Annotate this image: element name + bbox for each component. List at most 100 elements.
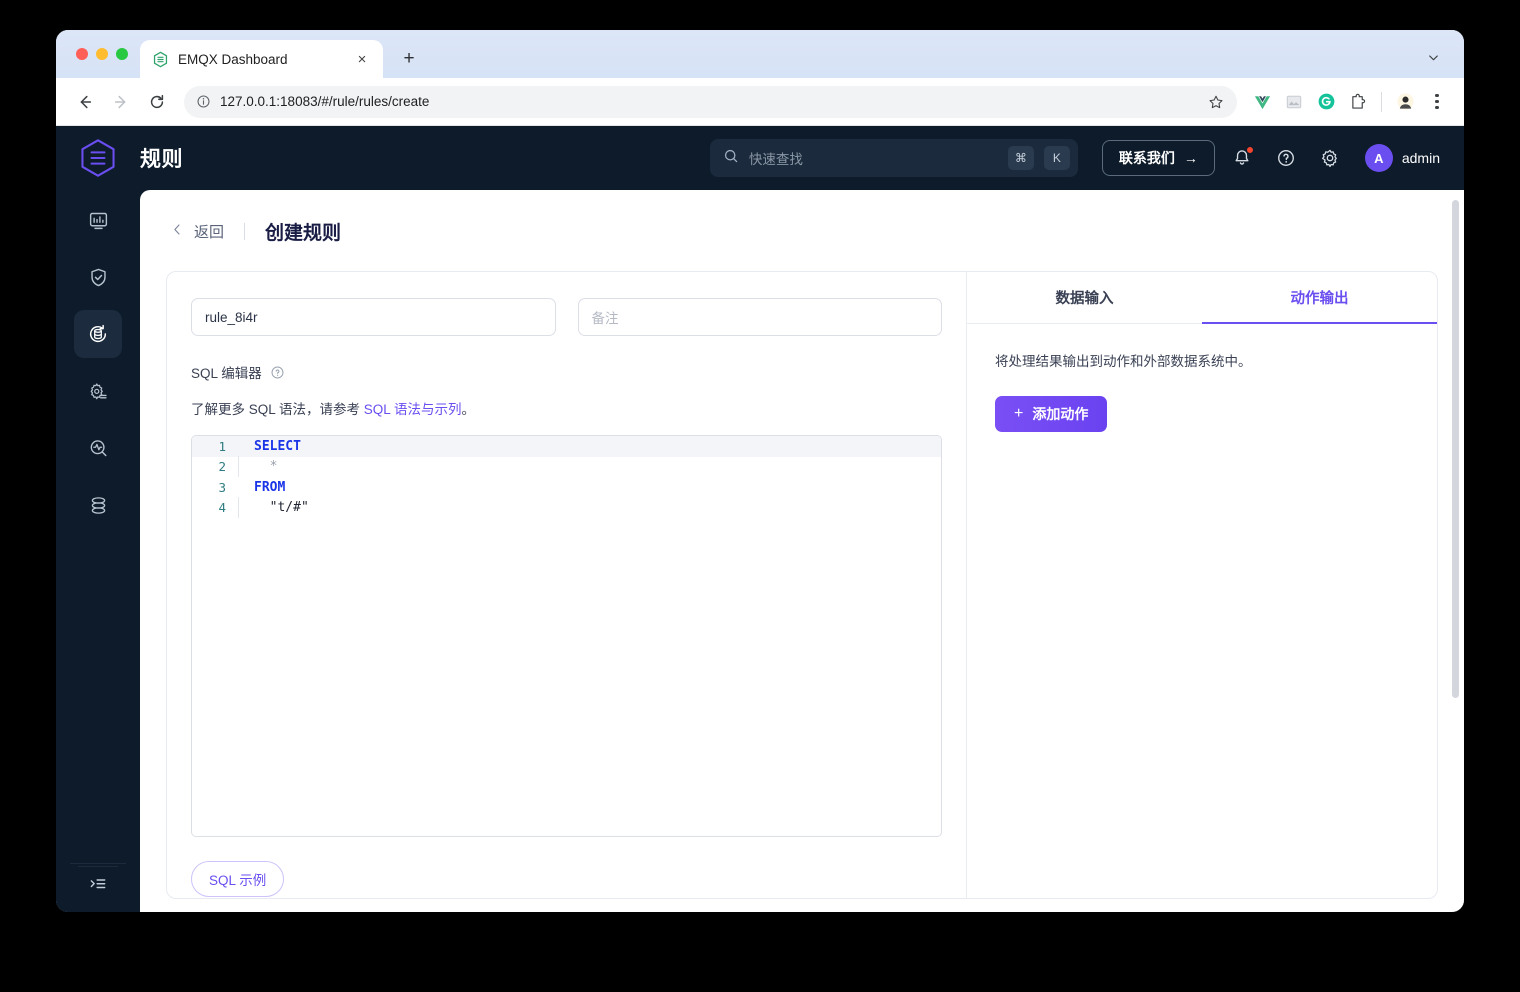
window-traffic-lights [72, 30, 140, 78]
close-tab-button[interactable]: × [353, 50, 371, 68]
code-token: "t/#" [254, 500, 309, 516]
bookmark-star-icon[interactable] [1203, 89, 1229, 115]
code-token: FROM [254, 479, 286, 495]
shortcut-letter-key: K [1043, 146, 1070, 170]
sidebar-item-diagnose[interactable] [74, 424, 122, 472]
rule-create-card: rule_8i4r 备注 SQL 编辑器 了解更多 SQL 语法，请参考 SQL… [166, 271, 1438, 899]
tab-action-output[interactable]: 动作输出 [1202, 272, 1437, 324]
panel-description: 将处理结果输出到动作和外部数据系统中。 [995, 354, 1252, 369]
back-button[interactable] [70, 87, 100, 117]
contact-us-label: 联系我们 [1118, 150, 1175, 166]
content-scrollbar[interactable] [1452, 200, 1459, 698]
sidebar-item-access-control[interactable] [74, 253, 122, 301]
address-bar-url: 127.0.0.1:18083/#/rule/rules/create [220, 94, 430, 109]
chevron-left-icon [170, 222, 185, 241]
maximize-window-button[interactable] [116, 48, 128, 60]
sql-editor[interactable]: 1 SELECT 2 * 3 FROM 4 "t/#" [191, 435, 942, 837]
reload-button[interactable] [142, 87, 172, 117]
code-text: FROM [238, 480, 285, 495]
image-extension-icon[interactable] [1281, 89, 1307, 115]
new-tab-button[interactable]: + [395, 45, 423, 73]
sql-syntax-link[interactable]: SQL 语法与示列 [364, 402, 462, 417]
back-link[interactable]: 返回 [170, 221, 224, 242]
code-line: 3 FROM [192, 477, 941, 498]
action-output-panel: 将处理结果输出到动作和外部数据系统中。 + 添加动作 [967, 324, 1437, 432]
code-token: SELECT [254, 438, 301, 454]
address-bar[interactable]: 127.0.0.1:18083/#/rule/rules/create [184, 85, 1237, 118]
code-text: SELECT [238, 439, 301, 454]
rule-form: rule_8i4r 备注 SQL 编辑器 了解更多 SQL 语法，请参考 SQL… [167, 272, 966, 898]
kebab-menu-icon[interactable] [1424, 89, 1450, 115]
emqx-dashboard-app: 规则 快速查找 ⌘ K 联系我们 → A admin 返回 创建规则 rule_… [56, 126, 1464, 912]
sql-editor-label: SQL 编辑器 [191, 366, 262, 381]
toolbar-divider [1381, 91, 1382, 112]
sql-hint-prefix: 了解更多 SQL 语法，请参考 [191, 402, 364, 417]
tab-data-input[interactable]: 数据输入 [967, 272, 1202, 323]
browser-tab-title: EMQX Dashboard [178, 51, 288, 67]
plus-icon: + [1014, 405, 1024, 422]
line-number: 4 [218, 500, 226, 516]
avatar: A [1364, 144, 1393, 172]
profile-avatar-icon[interactable] [1392, 89, 1418, 115]
remark-input[interactable]: 备注 [577, 298, 942, 336]
line-number: 1 [218, 438, 226, 454]
breadcrumb-divider [244, 223, 246, 240]
gear-icon[interactable] [1313, 141, 1347, 175]
sidebar-collapse-icon[interactable] [78, 866, 118, 902]
contact-us-button[interactable]: 联系我们 → [1101, 140, 1215, 176]
vue-devtools-icon[interactable] [1249, 89, 1275, 115]
form-input-row: rule_8i4r 备注 [191, 298, 942, 336]
code-line: 2 * [192, 456, 941, 478]
search-placeholder: 快速查找 [748, 152, 803, 167]
help-circle-icon[interactable] [1269, 141, 1303, 175]
breadcrumb: 返回 创建规则 [140, 190, 1464, 245]
user-menu[interactable]: A admin [1364, 144, 1440, 172]
page-title: 创建规则 [265, 223, 342, 244]
browser-tab[interactable]: EMQX Dashboard × [140, 40, 383, 78]
browser-window: EMQX Dashboard × + 127.0.0.1:18083/#/rul… [56, 30, 1464, 912]
user-name: admin [1401, 150, 1440, 166]
sql-editor-label-row: SQL 编辑器 [191, 362, 942, 382]
code-token: * [254, 459, 278, 475]
forward-button[interactable] [106, 87, 136, 117]
line-number: 2 [218, 459, 226, 475]
add-action-label: 添加动作 [1032, 406, 1089, 422]
rule-name-input[interactable]: rule_8i4r [191, 298, 556, 336]
code-line: 4 "t/#" [192, 497, 941, 519]
sidebar-divider [70, 863, 126, 864]
emqx-logo-icon[interactable] [56, 138, 140, 178]
puzzle-extensions-icon[interactable] [1345, 89, 1371, 115]
sidebar-item-system[interactable] [74, 481, 122, 529]
app-body: 返回 创建规则 rule_8i4r 备注 SQL 编辑器 了解更多 SQL 语法… [56, 190, 1464, 912]
grammarly-icon[interactable] [1313, 89, 1339, 115]
minimize-window-button[interactable] [96, 48, 108, 60]
io-tabs: 数据输入 动作输出 [967, 272, 1437, 324]
close-window-button[interactable] [76, 48, 88, 60]
arrow-right-icon: → [1183, 150, 1198, 166]
sql-hint-text: 了解更多 SQL 语法，请参考 SQL 语法与示列。 [191, 398, 942, 418]
rule-io-panel: 数据输入 动作输出 将处理结果输出到动作和外部数据系统中。 + 添加动作 [967, 272, 1437, 898]
search-icon [723, 148, 739, 169]
emqx-favicon-icon [152, 51, 169, 68]
chevron-down-icon[interactable] [1420, 44, 1446, 70]
question-circle-icon[interactable] [270, 365, 285, 380]
page-content: 返回 创建规则 rule_8i4r 备注 SQL 编辑器 了解更多 SQL 语法… [140, 190, 1464, 912]
app-title: 规则 [140, 148, 183, 171]
search-input[interactable]: 快速查找 ⌘ K [709, 139, 1078, 177]
browser-toolbar: 127.0.0.1:18083/#/rule/rules/create [56, 78, 1464, 126]
info-icon[interactable] [194, 93, 212, 111]
sidebar-item-management[interactable] [74, 367, 122, 415]
shortcut-modifier-key: ⌘ [1007, 146, 1034, 170]
back-label: 返回 [194, 224, 225, 241]
code-text: * [238, 456, 278, 478]
code-text: "t/#" [238, 497, 309, 519]
sidebar-item-dashboard[interactable] [74, 196, 122, 244]
sidebar-item-integration[interactable] [74, 310, 122, 358]
sql-example-button[interactable]: SQL 示例 [191, 861, 285, 897]
notification-badge [1245, 146, 1254, 154]
sql-hint-suffix: 。 [461, 402, 476, 417]
bell-icon[interactable] [1225, 141, 1259, 175]
browser-tab-strip: EMQX Dashboard × + [56, 30, 1464, 78]
code-line: 1 SELECT [192, 436, 941, 457]
add-action-button[interactable]: + 添加动作 [995, 396, 1108, 432]
